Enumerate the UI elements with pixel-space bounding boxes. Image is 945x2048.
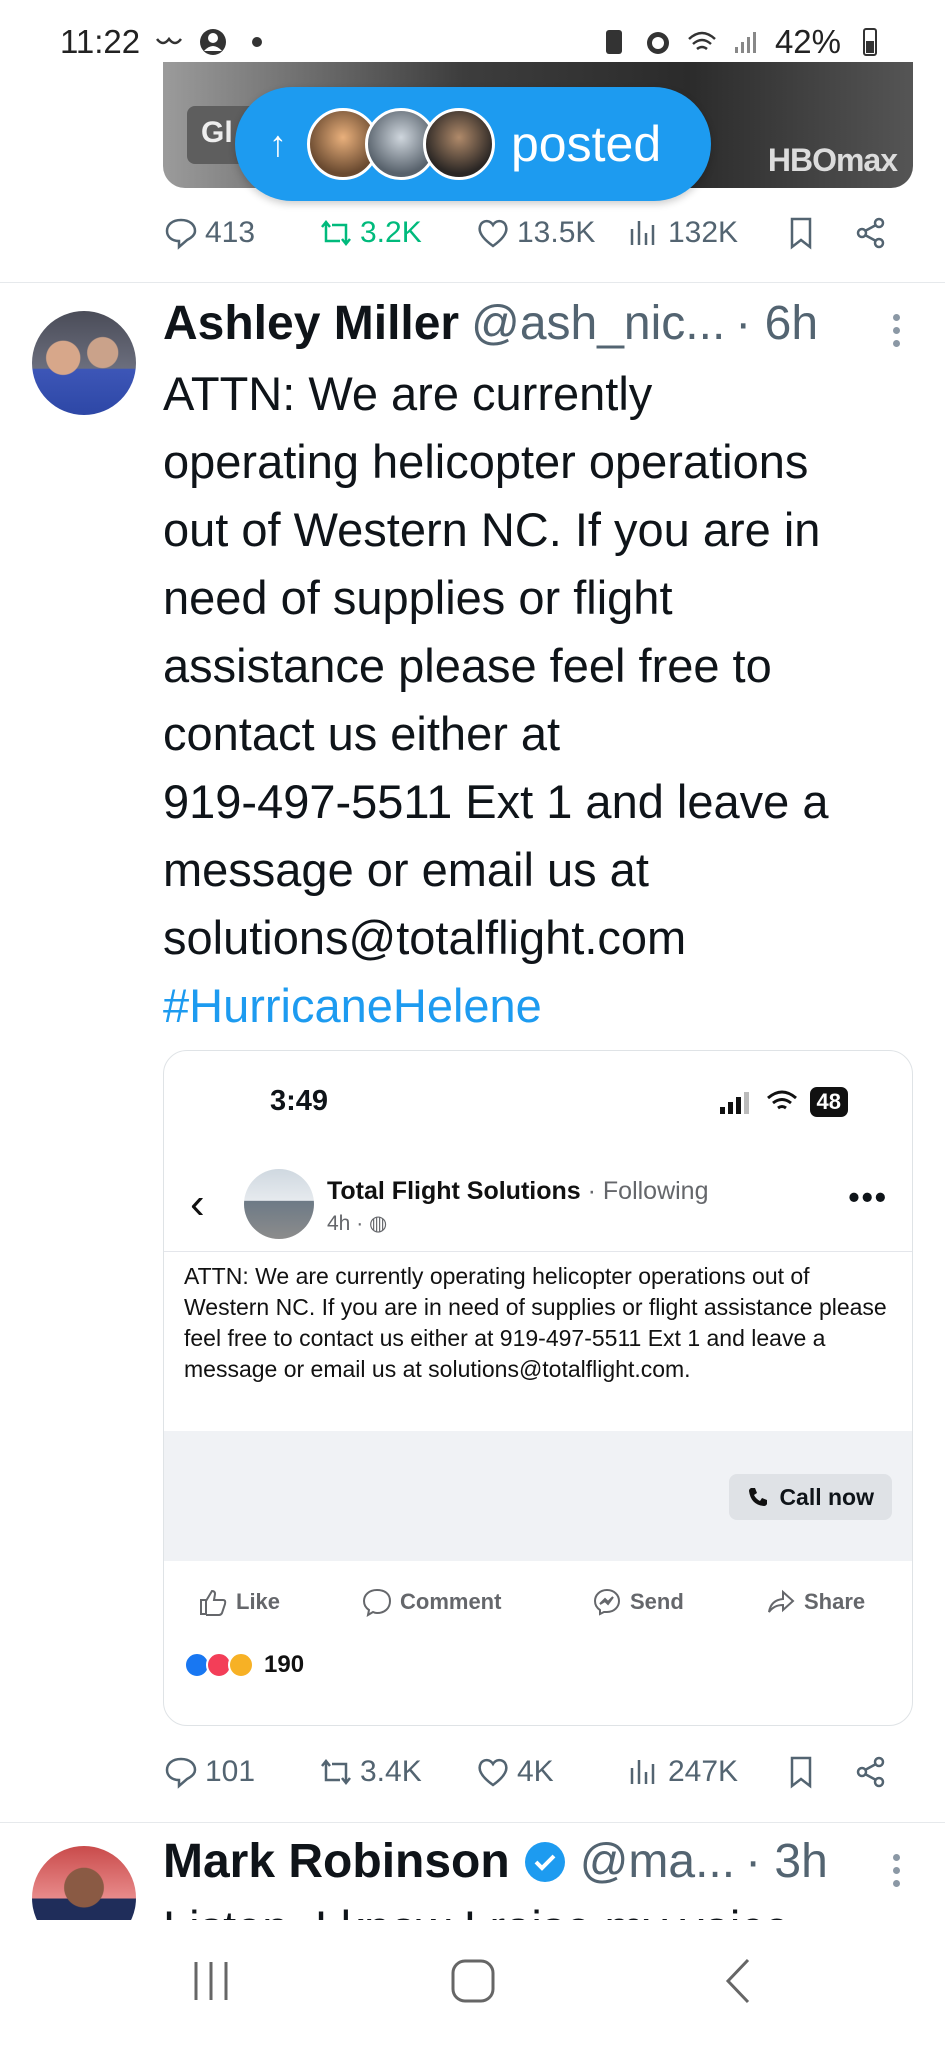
reply-icon bbox=[165, 218, 197, 250]
phone-icon bbox=[749, 1488, 768, 1506]
repost-button[interactable]: 3.4K bbox=[318, 1754, 422, 1790]
bookmark-button[interactable] bbox=[783, 1754, 819, 1790]
bookmark-icon bbox=[790, 1756, 812, 1789]
battery-saver-icon bbox=[605, 30, 622, 54]
views-icon bbox=[630, 1760, 655, 1784]
views-button[interactable]: 247K bbox=[626, 1754, 738, 1790]
views-icon bbox=[630, 221, 655, 245]
author-name[interactable]: Mark Robinson bbox=[163, 1834, 510, 1889]
bookmark-icon bbox=[790, 217, 812, 250]
home-button[interactable] bbox=[448, 1956, 498, 2006]
back-button[interactable] bbox=[714, 1956, 764, 2006]
tweet-time: · 6h bbox=[735, 297, 819, 350]
bookmark-button[interactable] bbox=[783, 215, 819, 251]
tweet-header: Mark Robinson @ma... · 3h bbox=[163, 1834, 828, 1889]
arrow-up-icon: ↑ bbox=[269, 123, 287, 164]
repost-icon bbox=[321, 219, 351, 247]
signal-icon bbox=[719, 1092, 749, 1114]
author-name[interactable]: Ashley Miller bbox=[163, 296, 459, 351]
messenger-icon bbox=[593, 1588, 621, 1616]
signal-icon bbox=[734, 32, 756, 53]
tweet-text-partial: Listen, I know I raise my voice bbox=[163, 1900, 863, 1920]
post-actions: 413 3.2K 13.5K 132K bbox=[163, 205, 903, 265]
like-button[interactable]: 13.5K bbox=[475, 215, 595, 251]
reaction-count: 190 bbox=[264, 1651, 305, 1678]
tweet-time: · 3h bbox=[745, 1835, 828, 1888]
divider bbox=[0, 282, 945, 283]
avatar[interactable] bbox=[32, 311, 136, 415]
post-actions: 101 3.4K 4K 247K bbox=[163, 1744, 903, 1804]
repost-button[interactable]: 3.2K bbox=[318, 215, 422, 251]
new-posts-pill[interactable]: ↑ posted bbox=[235, 87, 711, 201]
post-meta: 4h · ◍ bbox=[327, 1212, 388, 1235]
globe-icon: ◍ bbox=[369, 1212, 388, 1235]
embed-like: Like bbox=[198, 1587, 280, 1617]
divider bbox=[164, 1251, 912, 1252]
more-options-icon[interactable] bbox=[893, 1854, 901, 1887]
poster-avatars bbox=[307, 108, 495, 180]
embed-status-time: 3:49 bbox=[270, 1085, 329, 1117]
author-handle[interactable]: @ash_nic... bbox=[471, 296, 725, 351]
wifi-icon bbox=[766, 1090, 797, 1110]
heart-icon bbox=[478, 1758, 508, 1787]
reactions-summary: 190 bbox=[184, 1651, 304, 1679]
back-chevron-icon: ‹ bbox=[190, 1179, 205, 1228]
reply-button[interactable]: 101 bbox=[163, 1754, 255, 1790]
embed-share: Share bbox=[766, 1587, 865, 1617]
status-time: 11:22 bbox=[60, 23, 141, 60]
posted-label: posted bbox=[511, 116, 662, 172]
share-button[interactable] bbox=[853, 215, 889, 251]
author-handle[interactable]: @ma... bbox=[580, 1834, 735, 1889]
divider bbox=[0, 1822, 945, 1823]
battery-icon bbox=[863, 28, 877, 56]
embed-comment: Comment bbox=[362, 1587, 501, 1617]
tweet-text: ATTN: We are currently operating helicop… bbox=[163, 367, 829, 1032]
wifi-icon bbox=[688, 31, 716, 51]
share-icon bbox=[856, 1756, 885, 1788]
hbomax-logo: HBOmax bbox=[767, 142, 898, 178]
account-icon bbox=[200, 29, 227, 55]
thumbs-up-icon bbox=[200, 1589, 227, 1616]
voicemail-icon bbox=[156, 36, 183, 45]
repost-icon bbox=[321, 1758, 351, 1786]
dot-icon bbox=[252, 37, 263, 47]
tweet-header: Ashley Miller @ash_nic... · 6h bbox=[163, 296, 818, 351]
care-reaction-icon bbox=[228, 1652, 254, 1678]
share-button[interactable] bbox=[853, 1754, 889, 1790]
heart-icon bbox=[478, 219, 508, 248]
embedded-image[interactable]: 3:49 48 ‹ Total Flight Solutions · Follo… bbox=[163, 1050, 913, 1726]
page-name: Total Flight Solutions · Following bbox=[327, 1177, 709, 1205]
system-nav-bar bbox=[0, 1920, 945, 2048]
views-button[interactable]: 132K bbox=[626, 215, 738, 251]
like-button[interactable]: 4K bbox=[475, 1754, 554, 1790]
embed-battery: 48 bbox=[809, 1087, 848, 1117]
share-icon bbox=[856, 217, 885, 249]
page-avatar bbox=[244, 1169, 314, 1239]
alarm-icon bbox=[646, 32, 669, 54]
verified-badge-icon bbox=[524, 1841, 565, 1882]
comment-icon bbox=[362, 1588, 392, 1617]
reply-icon bbox=[165, 1757, 197, 1789]
recents-button[interactable] bbox=[186, 1956, 236, 2006]
hashtag-link[interactable]: #HurricaneHelene bbox=[163, 979, 542, 1032]
embed-body-text: ATTN: We are currently operating helicop… bbox=[184, 1263, 887, 1382]
embed-cta-area: Call now bbox=[164, 1431, 912, 1561]
avatar bbox=[423, 108, 495, 180]
embed-status-bar: 3:49 48 bbox=[164, 1085, 912, 1125]
battery-percent: 42% bbox=[774, 23, 841, 60]
share-arrow-icon bbox=[768, 1589, 795, 1613]
more-icon: ••• bbox=[848, 1179, 888, 1215]
embed-send: Send bbox=[592, 1587, 684, 1617]
call-now-button: Call now bbox=[729, 1474, 892, 1520]
embed-actions: Like Comment Send Share bbox=[164, 1577, 912, 1627]
more-options-icon[interactable] bbox=[893, 314, 901, 347]
reply-button[interactable]: 413 bbox=[163, 215, 255, 251]
